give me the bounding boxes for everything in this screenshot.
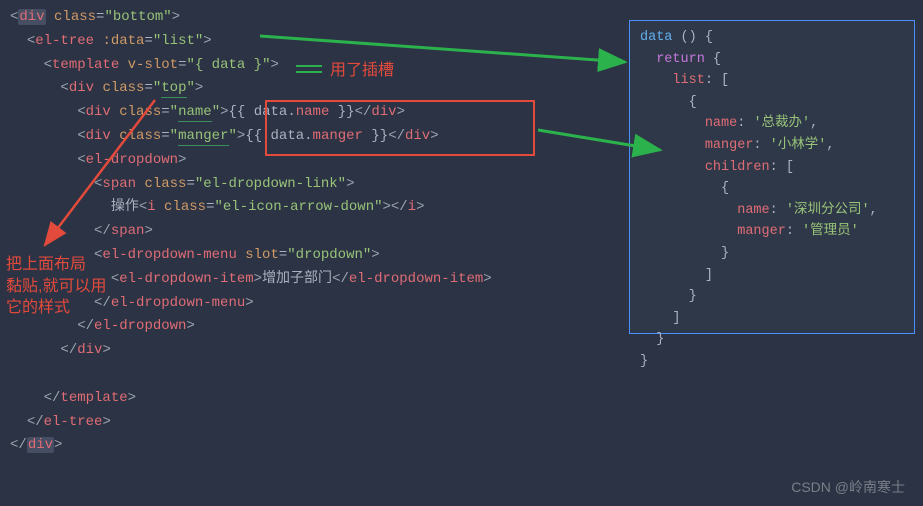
code-panel-right: data () { return { list: [ { name: '总裁办'…: [629, 20, 915, 334]
watermark: CSDN @岭南寒士: [791, 476, 905, 500]
